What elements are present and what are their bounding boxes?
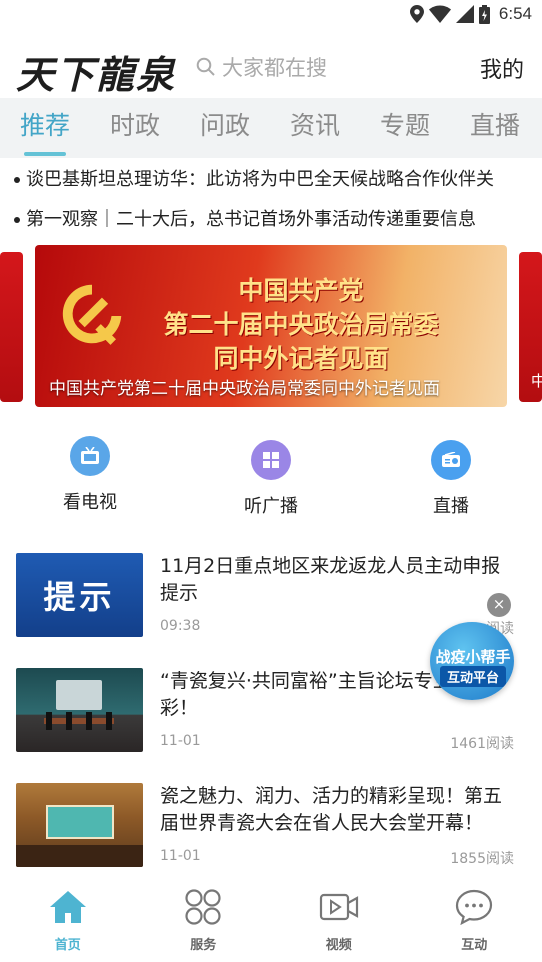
search-placeholder: 大家都在搜 [222,56,327,80]
nav-video[interactable]: 视频 [271,880,407,962]
tv-icon [70,436,110,476]
nav-label: 服务 [190,938,217,953]
quick-entry-live[interactable]: 直播 [391,440,511,518]
news-item[interactable]: 瓷之魅力、润力、活力的精彩呈现！第五届世界青瓷大会在省人民大会堂开幕！ 11-0… [16,783,516,875]
nav-interact[interactable]: 互动 [407,880,542,962]
nav-label: 视频 [325,938,352,953]
app-logo[interactable]: 天下龍泉 [16,44,176,99]
quick-entry-tv[interactable]: 看电视 [30,436,150,514]
grid-icon [251,440,291,480]
banner-slide[interactable]: 中国共产党 第二十届中央政治局常委 同中外记者见面 中国共产党第二十届中央政治局… [35,245,507,407]
news-thumbnail [16,783,143,867]
banner-line-2: 第二十届中央政治局常委 [163,310,439,339]
tab-news[interactable]: 资讯 [270,98,360,158]
chat-icon [456,889,493,925]
active-tab-indicator [24,152,66,156]
bottom-nav: 首页 服务 视频 互动 [0,880,542,962]
quick-entry-label: 看电视 [63,492,117,513]
news-time: 11-01 [160,733,201,749]
banner-caption: 中国共产党第二十届中央政治局常委同中外记者见面 [49,379,440,399]
mine-button[interactable]: 我的 [480,52,524,84]
app-header: 天下龍泉 大家都在搜 我的 [0,38,542,98]
widget-title: 战疫小帮手 [435,648,511,666]
bullet-icon [14,217,20,223]
quick-entry-radio[interactable]: 听广播 [211,440,331,518]
close-float-button[interactable]: × [487,593,511,617]
nav-label: 首页 [54,938,81,953]
quick-entry-label: 听广播 [244,496,298,517]
banner-next-caption: 中 [531,372,542,390]
nav-label: 互动 [461,938,488,953]
news-reads: 1855阅读 [450,851,514,867]
services-icon [185,889,221,925]
news-title: 11月2日重点地区来龙返龙人员主动申报提示 [160,555,501,604]
tab-recommend[interactable]: 推荐 [0,98,90,158]
quick-entry-label: 直播 [433,496,469,517]
thumbnail-text: 提示 [43,578,116,616]
radio-icon [431,440,471,480]
news-title: 瓷之魅力、润力、活力的精彩呈现！第五届世界青瓷大会在省人民大会堂开幕！ [160,785,503,834]
wifi-icon [428,5,451,23]
widget-subtitle: 互动平台 [440,666,506,687]
news-reads: 1461阅读 [450,736,514,752]
search-bar[interactable]: 大家都在搜 [196,50,327,84]
epidemic-helper-widget[interactable]: 战疫小帮手 互动平台 [430,622,514,700]
headline-item[interactable]: 第一观察｜二十大后，总书记首场外事活动传递重要信息 [14,205,534,231]
news-thumbnail [16,668,143,752]
nav-services[interactable]: 服务 [136,880,272,962]
banner-prev-peek[interactable] [0,252,23,402]
tab-live[interactable]: 直播 [450,98,540,158]
tab-inquiry[interactable]: 问政 [180,98,270,158]
news-thumbnail: 提示 [16,553,143,637]
status-time: 6:54 [498,4,532,23]
nav-home[interactable]: 首页 [0,880,136,962]
banner-next-peek[interactable]: 中 [519,252,542,402]
tab-politics[interactable]: 时政 [90,98,180,158]
video-icon [319,893,358,921]
battery-icon [478,4,490,24]
signal-icon [455,5,474,23]
headline-item[interactable]: 谈巴基斯坦总理访华：此访将为中巴全天候战略合作伙伴关 [14,165,534,191]
news-time: 11-01 [160,848,201,864]
banner-line-3: 同中外记者见面 [213,344,389,373]
news-item[interactable]: 提示 11月2日重点地区来龙返龙人员主动申报提示 09:38 阅读 [16,553,516,645]
category-tabs: 推荐 时政 问政 资讯 专题 直播 [0,98,542,158]
status-bar: 6:54 [0,0,542,30]
news-time: 09:38 [160,618,201,634]
tab-topics[interactable]: 专题 [360,98,450,158]
location-icon [409,5,424,23]
bullet-icon [14,177,20,183]
banner-line-1: 中国共产党 [238,276,364,305]
search-icon [196,57,215,76]
home-icon [49,891,86,923]
